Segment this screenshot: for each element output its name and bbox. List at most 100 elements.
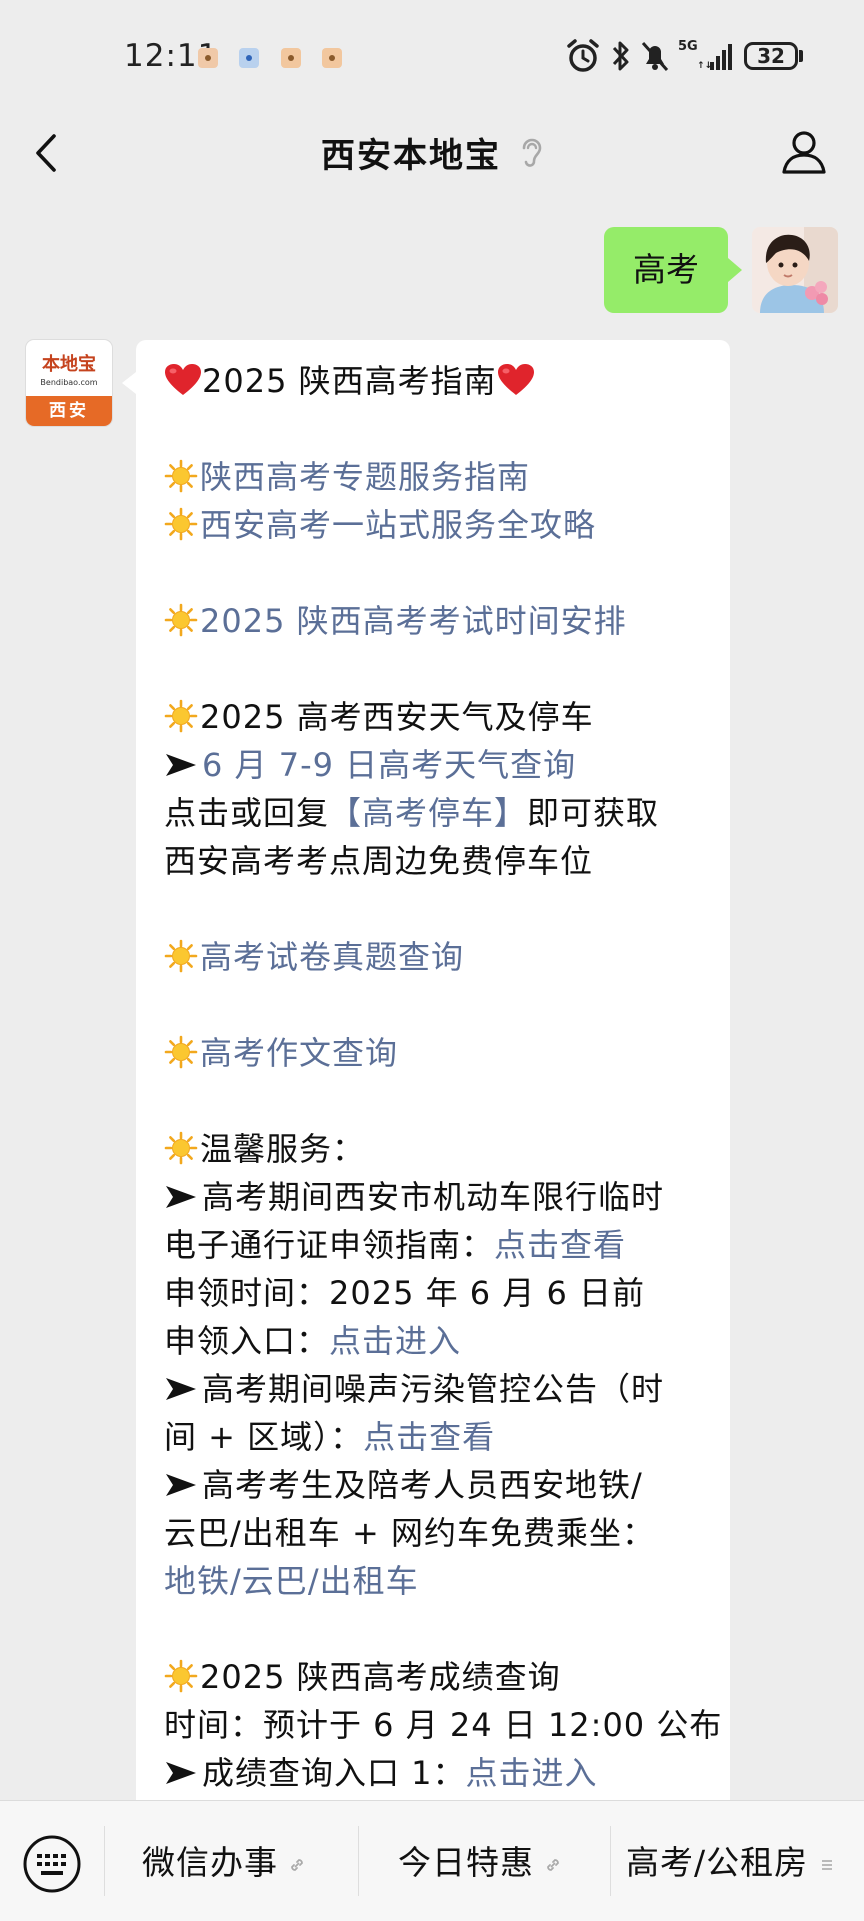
notification-icon <box>239 48 259 68</box>
menu-item-gaokao-housing[interactable]: 高考/公租房 <box>626 1838 836 1888</box>
list-item: 2025 高考西安天气及停车 <box>164 693 720 741</box>
menu-lines-icon <box>822 1860 833 1870</box>
apply-enter-link[interactable]: 点击进入 <box>329 1322 461 1360</box>
metro-link[interactable]: 地铁 <box>164 1562 230 1600</box>
vehicle-text: 电子通行证申领指南： <box>164 1226 495 1264</box>
cloudbus-link[interactable]: 云巴 <box>242 1562 308 1600</box>
user-avatar-photo <box>752 227 838 313</box>
guide-title-text: 2025 陕西高考指南 <box>202 362 497 400</box>
menu-item-daily-deals[interactable]: 今日特惠 <box>398 1838 562 1888</box>
brand-logo-city: 西安 <box>26 396 112 426</box>
guide-title: 2025 陕西高考指南 <box>164 357 720 405</box>
exam-schedule-link[interactable]: 2025 陕西高考考试时间安排 <box>200 602 627 640</box>
exam-papers-link[interactable]: 高考试卷真题查询 <box>200 938 464 976</box>
brand-logo-domain: Bendibao.com <box>40 378 98 387</box>
mute-bell-icon <box>641 42 669 71</box>
menu-item-label: 高考/公租房 <box>626 1843 809 1882</box>
one-stop-guide-link[interactable]: 西安高考一站式服务全攻略 <box>200 506 596 544</box>
list-item: 2025 陕西高考成绩查询 <box>164 1653 720 1701</box>
noise-text: 高考期间噪声污染管控公告（时 <box>202 1370 665 1408</box>
chat-title: 西安本地宝 <box>321 136 501 176</box>
taxi-link[interactable]: 出租车 <box>320 1562 419 1600</box>
alarm-icon <box>567 39 599 72</box>
arrow-right-icon <box>164 1472 198 1498</box>
signal-icon: ↑↓ <box>697 44 732 71</box>
sun-icon <box>164 1035 198 1069</box>
weather-query-link[interactable]: 6 月 7-9 日高考天气查询 <box>202 746 576 784</box>
incoming-message-bubble: 2025 陕西高考指南 陕西高考专题服务指南 西安高考一站式服务全攻略 2025… <box>136 340 730 1900</box>
link-icon <box>288 1856 306 1874</box>
score-heading: 2025 陕西高考成绩查询 <box>200 1658 561 1696</box>
menu-divider <box>358 1826 359 1896</box>
transit-line-2: 云巴/出租车 + 网约车免费乘坐： <box>164 1514 655 1552</box>
official-account-avatar[interactable]: 本地宝 Bendibao.com 西安 <box>26 340 112 426</box>
parking-line: 点击或回复【高考停车】即可获取 <box>164 789 720 837</box>
sun-icon <box>164 699 198 733</box>
menu-divider <box>610 1826 611 1896</box>
outgoing-bubble-tail <box>728 258 742 282</box>
transit-text: 高考考生及陪考人员西安地铁/ <box>202 1466 643 1504</box>
noise-line-2: 间 + 区域）：点击查看 <box>164 1413 720 1461</box>
list-item: 高考考生及陪考人员西安地铁/ <box>164 1461 720 1509</box>
list-item: 高考期间噪声污染管控公告（时 <box>164 1365 720 1413</box>
outgoing-message-bubble[interactable]: 高考 <box>604 227 728 313</box>
list-item: 西安高考一站式服务全攻略 <box>164 501 720 549</box>
service-guide-link[interactable]: 陕西高考专题服务指南 <box>200 458 530 496</box>
heart-icon <box>497 363 535 397</box>
list-item: 6 月 7-9 日高考天气查询 <box>164 741 720 789</box>
menu-item-label: 微信办事 <box>142 1843 278 1882</box>
notification-icon <box>198 48 218 68</box>
transit-links: 地铁/云巴/出租车 <box>164 1557 720 1605</box>
link-icon <box>544 1856 562 1874</box>
user-avatar[interactable] <box>752 227 838 313</box>
heart-icon <box>164 363 202 397</box>
keyboard-icon[interactable] <box>22 1834 82 1894</box>
sun-icon <box>164 1659 198 1693</box>
noise-text: 间 + 区域）： <box>164 1418 364 1456</box>
sun-icon <box>164 459 198 493</box>
list-item: 2025 陕西高考考试时间安排 <box>164 597 720 645</box>
score-time: 时间：预计于 6 月 24 日 12:00 公布 <box>164 1706 723 1744</box>
list-item: 高考作文查询 <box>164 1029 720 1077</box>
menu-item-label: 今日特惠 <box>398 1843 534 1882</box>
arrow-right-icon <box>164 1184 198 1210</box>
arrow-right-icon <box>164 1760 198 1786</box>
vehicle-view-link[interactable]: 点击查看 <box>494 1226 626 1264</box>
menu-item-wechat-services[interactable]: 微信办事 <box>142 1838 306 1888</box>
bluetooth-icon <box>612 41 629 71</box>
ear-icon[interactable] <box>519 136 543 170</box>
network-type: 5G <box>678 39 698 54</box>
profile-icon[interactable] <box>780 128 828 176</box>
status-bar: 12:11 5G ↑↓ 32 <box>0 0 864 100</box>
list-item: 温馨服务： <box>164 1125 720 1173</box>
separator: / <box>230 1562 242 1600</box>
sun-icon <box>164 507 198 541</box>
score-entry-label: 成绩查询入口 1： <box>202 1754 466 1792</box>
noise-view-link[interactable]: 点击查看 <box>363 1418 495 1456</box>
apply-entry-label: 申领入口： <box>164 1322 330 1360</box>
brand-logo-text: 本地宝 <box>42 354 96 375</box>
list-item: 陕西高考专题服务指南 <box>164 453 720 501</box>
arrow-right-icon <box>164 1376 198 1402</box>
svg-text:↑↓: ↑↓ <box>697 61 712 71</box>
vehicle-text: 高考期间西安市机动车限行临时 <box>202 1178 665 1216</box>
essay-query-link[interactable]: 高考作文查询 <box>200 1034 398 1072</box>
arrow-right-icon <box>164 752 198 778</box>
battery-tip <box>799 50 803 62</box>
score-enter-link[interactable]: 点击进入 <box>466 1754 598 1792</box>
parking-line-2: 西安高考考点周边免费停车位 <box>164 842 594 880</box>
menu-divider <box>104 1826 105 1896</box>
vehicle-line-2: 电子通行证申领指南：点击查看 <box>164 1221 720 1269</box>
sun-icon <box>164 939 198 973</box>
apply-entry: 申领入口：点击进入 <box>164 1317 720 1365</box>
parking-keyword-link[interactable]: 【高考停车】 <box>329 794 527 832</box>
incoming-bubble-tail <box>122 372 136 394</box>
separator: / <box>307 1562 320 1600</box>
notification-icon <box>281 48 301 68</box>
weather-heading: 2025 高考西安天气及停车 <box>200 698 594 736</box>
parking-text: 点击或回复 <box>164 794 330 832</box>
sun-icon <box>164 1131 198 1165</box>
parking-text: 即可获取 <box>527 794 660 832</box>
warm-service-heading: 温馨服务： <box>200 1130 366 1168</box>
battery-indicator: 32 <box>744 42 798 70</box>
